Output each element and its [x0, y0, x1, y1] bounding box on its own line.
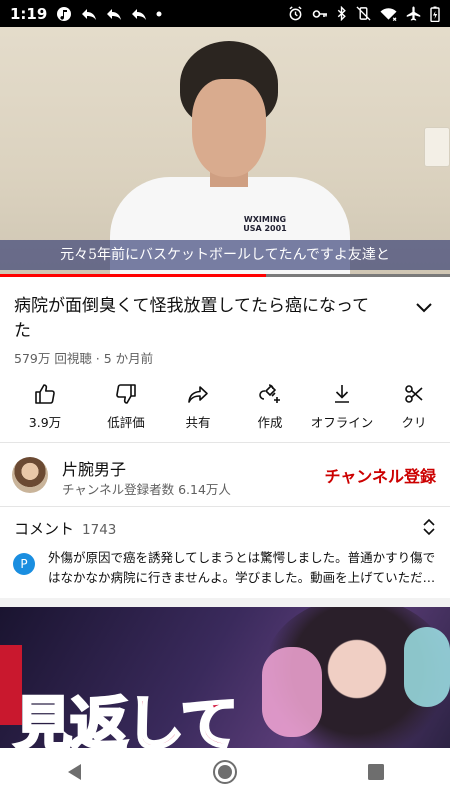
- channel-row[interactable]: 片腕男子 チャンネル登録者数 6.14万人 チャンネル登録: [0, 447, 450, 503]
- music-icon: [56, 6, 72, 22]
- navigation-bar: [0, 748, 450, 800]
- video-title-row[interactable]: 病院が面倒臭くて怪我放置してたら癌になってた: [14, 294, 439, 344]
- section-gap: [0, 598, 450, 607]
- home-icon[interactable]: [212, 759, 238, 789]
- action-bar: 3.9万 低評価 共有 作成 オフライン クリ: [0, 380, 450, 436]
- notification-dot-icon: [156, 11, 162, 17]
- wall-switch: [424, 127, 450, 167]
- channel-subscriber-count: チャンネル登録者数 6.14万人: [62, 482, 231, 497]
- airplane-mode-icon: [406, 6, 421, 21]
- reply-icon: [131, 7, 147, 21]
- vibrate-off-icon: [356, 6, 371, 21]
- share-button[interactable]: 共有: [162, 380, 234, 436]
- share-icon: [186, 380, 210, 408]
- like-button[interactable]: 3.9万: [0, 380, 90, 436]
- video-progress-fill: [0, 274, 266, 277]
- video-progress-bar[interactable]: [0, 274, 450, 277]
- thumbs-down-icon: [114, 380, 138, 408]
- back-icon[interactable]: [65, 762, 83, 786]
- headphone-left: [262, 647, 322, 737]
- person-face-front: [192, 79, 266, 177]
- comments-section[interactable]: コメント 1743 P 外傷が原因で癌を誘発してしまうとは驚愕しました。普通かすり…: [0, 510, 450, 600]
- download-label: オフライン: [310, 415, 374, 430]
- dislike-label: 低評価: [107, 415, 145, 430]
- comment-text: 外傷が原因で癌を誘発してしまうとは驚愕しました。普通かすり傷ではなかなか病院に行…: [48, 550, 436, 585]
- shirt-print: WXIMING USA 2001: [243, 215, 287, 233]
- subscribe-button[interactable]: チャンネル登録: [324, 463, 436, 487]
- comments-count: 1743: [82, 522, 117, 538]
- video-player[interactable]: WXIMING USA 2001 元々5年前にバスケットボールしてたんですよ友達…: [0, 27, 450, 277]
- remix-icon: [258, 380, 282, 408]
- headphone-right: [404, 627, 450, 707]
- next-video-thumbnail[interactable]: 見返して: [0, 607, 450, 748]
- remix-label: 作成: [257, 415, 283, 430]
- battery-icon: [430, 6, 440, 22]
- vpn-key-icon: [312, 8, 328, 20]
- share-label: 共有: [185, 415, 211, 430]
- wifi-icon: [380, 7, 397, 21]
- bluetooth-icon: [337, 6, 347, 21]
- clip-button[interactable]: クリ: [378, 380, 450, 436]
- thumbnail-text: 見返して: [12, 689, 239, 749]
- alarm-icon: [288, 6, 303, 21]
- video-subtitle: 元々5年前にバスケットボールしてたんですよ友達と: [0, 240, 450, 270]
- channel-name[interactable]: 片腕男子: [62, 456, 126, 480]
- chevron-down-icon[interactable]: [415, 299, 433, 318]
- remix-button[interactable]: 作成: [234, 380, 306, 436]
- status-time: 1:19: [10, 4, 48, 23]
- comments-heading: コメント: [14, 520, 75, 538]
- clip-label: クリ: [401, 415, 427, 430]
- download-button[interactable]: オフライン: [306, 380, 378, 436]
- like-count: 3.9万: [28, 415, 62, 430]
- status-bar: 1:19: [0, 0, 450, 27]
- reply-icon: [106, 7, 122, 21]
- clip-icon: [402, 380, 426, 408]
- thumbs-up-icon: [33, 380, 57, 408]
- recents-icon[interactable]: [367, 763, 385, 785]
- comments-header: コメント 1743: [14, 518, 116, 539]
- comment-avatar: P: [13, 553, 35, 575]
- expand-collapse-icon[interactable]: [422, 518, 436, 540]
- channel-avatar[interactable]: [12, 457, 48, 493]
- dislike-button[interactable]: 低評価: [90, 380, 162, 436]
- video-title: 病院が面倒臭くて怪我放置してたら癌になってた: [14, 296, 370, 341]
- reply-icon: [81, 7, 97, 21]
- video-meta: 579万 回視聴 · 5 か月前: [14, 351, 154, 366]
- divider: [0, 506, 450, 507]
- download-icon: [330, 380, 354, 408]
- divider: [0, 442, 450, 443]
